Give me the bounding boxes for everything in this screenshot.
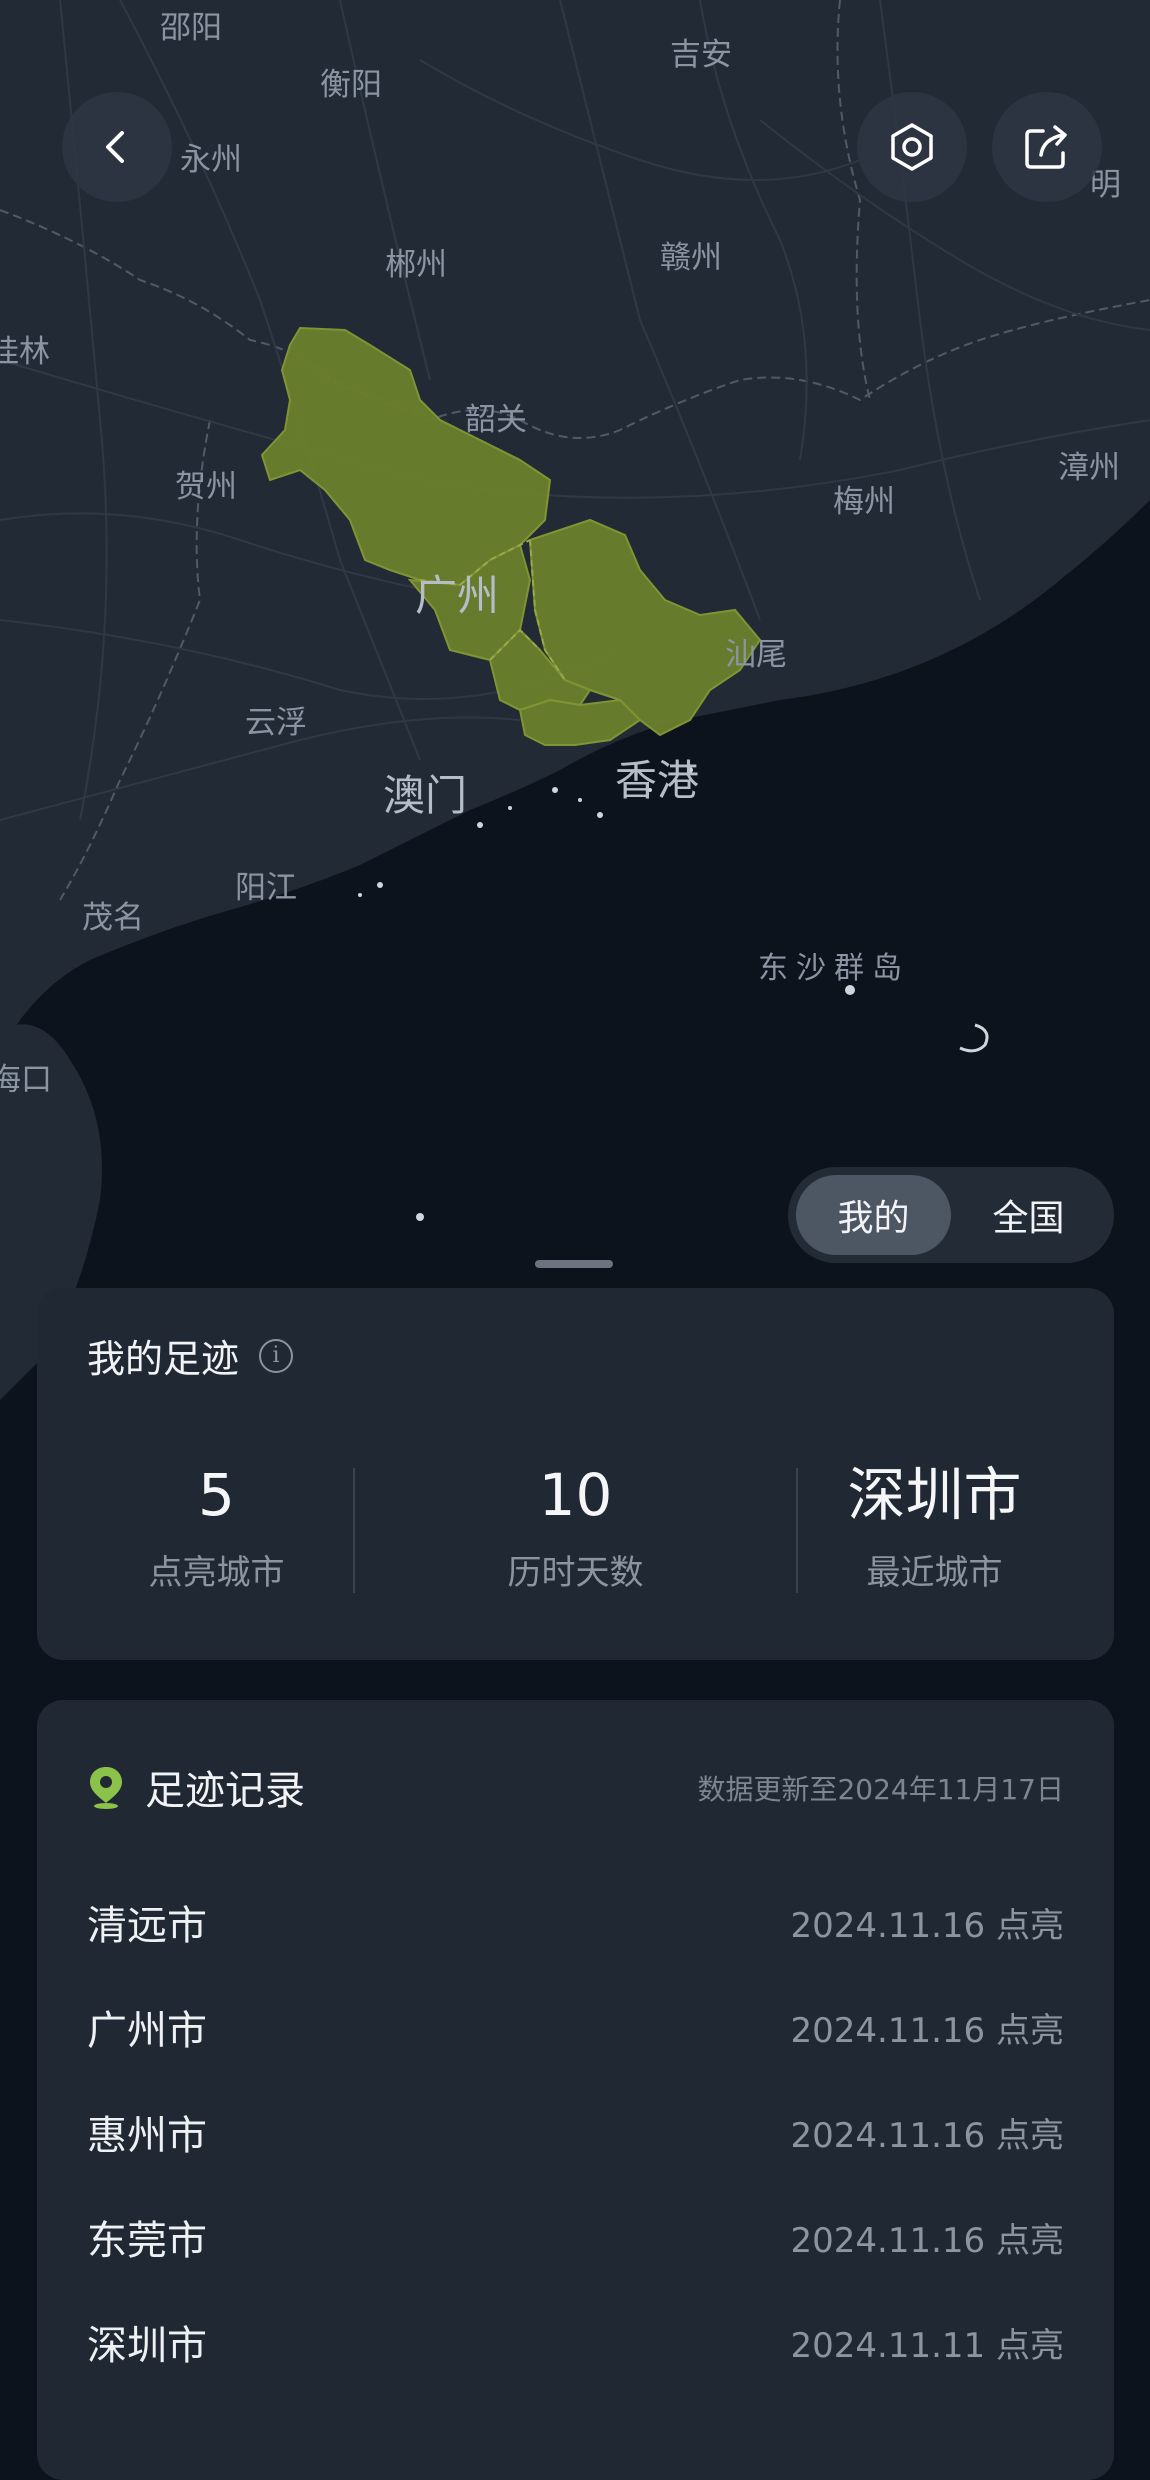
settings-icon — [891, 123, 933, 171]
map-label: 郴州 — [385, 247, 447, 283]
stats-title: 我的足迹 — [87, 1337, 240, 1381]
divider — [353, 1468, 355, 1593]
map-label: 汕尾 — [725, 637, 787, 673]
stat-recent-city: 深圳市 最近城市 — [755, 1463, 1114, 1594]
records-header: 足迹记录 — [87, 1758, 305, 1816]
chevron-left-icon — [106, 131, 124, 163]
record-row[interactable]: 广州市 2024.11.16 点亮 — [87, 1975, 1064, 2079]
record-date: 2024.11.16 点亮 — [790, 1905, 1064, 1946]
record-date: 2024.11.11 点亮 — [790, 2325, 1064, 2366]
map-label: 漳州 — [1058, 450, 1120, 486]
map-label: 云浮 — [245, 705, 307, 741]
footprint-records-card: 足迹记录 数据更新至2024年11月17日 清远市 2024.11.16 点亮 … — [37, 1700, 1114, 2480]
scope-toggle: 我的 全国 — [788, 1167, 1114, 1263]
map-label: 梅州 — [833, 484, 895, 520]
record-city: 惠州市 — [87, 2113, 207, 2159]
records-updated-time: 数据更新至2024年11月17日 — [697, 1773, 1064, 1806]
stat-value: 深圳市 — [847, 1461, 1022, 1529]
record-city: 东莞市 — [87, 2218, 207, 2264]
record-city: 广州市 — [87, 2008, 207, 2054]
toggle-nation[interactable]: 全国 — [951, 1175, 1106, 1255]
record-date: 2024.11.16 点亮 — [790, 2010, 1064, 2051]
records-title: 足迹记录 — [145, 1768, 305, 1814]
map-label: 邵阳 — [160, 10, 222, 46]
map-label: 永州 — [180, 142, 242, 178]
info-icon[interactable]: i — [259, 1338, 294, 1373]
settings-button[interactable] — [857, 92, 967, 202]
stat-label: 最近城市 — [866, 1553, 1003, 1593]
drag-handle[interactable] — [535, 1260, 613, 1268]
stat-value: 10 — [538, 1461, 613, 1529]
map-label: 吉安 — [670, 37, 732, 73]
map-label: 衡阳 — [320, 67, 382, 103]
record-row[interactable]: 东莞市 2024.11.16 点亮 — [87, 2185, 1064, 2289]
location-pin-icon — [90, 1767, 122, 1809]
island — [959, 1023, 989, 1053]
map-label: 阳江 — [235, 870, 297, 906]
stat-days: 10 历时天数 — [396, 1463, 755, 1594]
back-button[interactable] — [62, 92, 172, 202]
stats-title-row: 我的足迹 i — [87, 1328, 294, 1383]
map-label: 澳门 — [383, 771, 467, 820]
stat-lit-cities: 5 点亮城市 — [37, 1463, 396, 1594]
map-label: 东沙群岛 — [758, 951, 910, 986]
footprint-stats-card: 我的足迹 i 5 点亮城市 10 历时天数 深圳市 最近城市 — [37, 1288, 1114, 1660]
share-icon — [1025, 125, 1067, 169]
share-button[interactable] — [992, 92, 1102, 202]
record-city: 清远市 — [87, 1903, 207, 1949]
map-label: 桂林 — [0, 334, 50, 370]
map-label: 韶关 — [465, 402, 527, 438]
record-date: 2024.11.16 点亮 — [790, 2220, 1064, 2261]
record-row[interactable]: 深圳市 2024.11.11 点亮 — [87, 2290, 1064, 2394]
island-dots — [358, 767, 855, 1221]
toggle-mine[interactable]: 我的 — [796, 1175, 951, 1255]
record-row[interactable]: 惠州市 2024.11.16 点亮 — [87, 2080, 1064, 2184]
map-label: 香港 — [615, 756, 699, 805]
map-label: 海口 — [0, 1062, 52, 1098]
map-label: 贺州 — [175, 469, 237, 505]
map-label: 赣州 — [660, 240, 722, 276]
map-label: 广州 — [415, 571, 499, 620]
stat-label: 点亮城市 — [148, 1553, 285, 1593]
record-city: 深圳市 — [87, 2323, 207, 2369]
record-row[interactable]: 清远市 2024.11.16 点亮 — [87, 1870, 1064, 1974]
record-date: 2024.11.16 点亮 — [790, 2115, 1064, 2156]
map-label: 茂名 — [82, 900, 144, 936]
stat-value: 5 — [198, 1461, 235, 1529]
stat-label: 历时天数 — [507, 1553, 644, 1593]
